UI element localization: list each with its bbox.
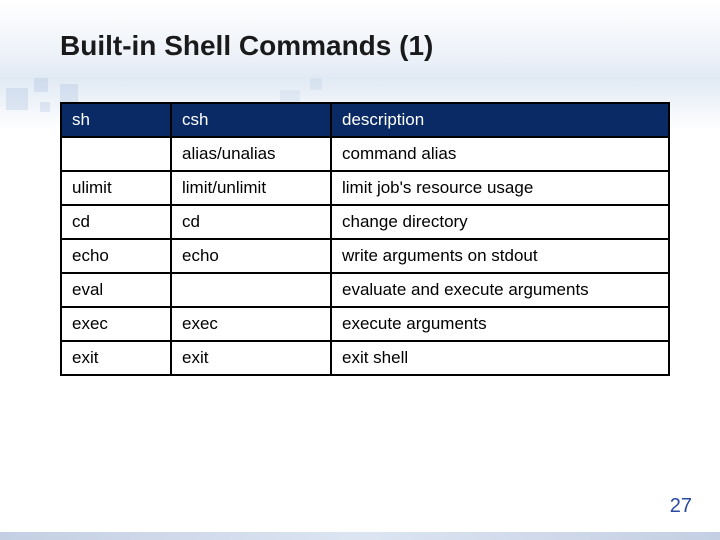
table-row: cd cd change directory — [61, 205, 669, 239]
table-row: alias/unalias command alias — [61, 137, 669, 171]
table-row: echo echo write arguments on stdout — [61, 239, 669, 273]
cell-sh — [61, 137, 171, 171]
cell-sh: exec — [61, 307, 171, 341]
slide: Built-in Shell Commands (1) sh csh descr… — [0, 0, 720, 540]
cell-desc: exit shell — [331, 341, 669, 375]
cell-desc: evaluate and execute arguments — [331, 273, 669, 307]
cell-desc: change directory — [331, 205, 669, 239]
cell-sh: cd — [61, 205, 171, 239]
table-row: eval evaluate and execute arguments — [61, 273, 669, 307]
cell-sh: eval — [61, 273, 171, 307]
cell-sh: exit — [61, 341, 171, 375]
col-header-csh: csh — [171, 103, 331, 137]
page-number: 27 — [670, 495, 692, 518]
cell-csh: alias/unalias — [171, 137, 331, 171]
cell-desc: limit job's resource usage — [331, 171, 669, 205]
col-header-sh: sh — [61, 103, 171, 137]
cell-sh: echo — [61, 239, 171, 273]
cell-csh: limit/unlimit — [171, 171, 331, 205]
footer-bar — [0, 532, 720, 540]
col-header-desc: description — [331, 103, 669, 137]
table-header-row: sh csh description — [61, 103, 669, 137]
slide-title: Built-in Shell Commands (1) — [60, 30, 670, 62]
cell-desc: command alias — [331, 137, 669, 171]
cell-csh: echo — [171, 239, 331, 273]
table-row: ulimit limit/unlimit limit job's resourc… — [61, 171, 669, 205]
cell-csh: exit — [171, 341, 331, 375]
table-row: exit exit exit shell — [61, 341, 669, 375]
cell-sh: ulimit — [61, 171, 171, 205]
cell-csh: cd — [171, 205, 331, 239]
cell-desc: execute arguments — [331, 307, 669, 341]
commands-table: sh csh description alias/unalias command… — [60, 102, 670, 376]
cell-desc: write arguments on stdout — [331, 239, 669, 273]
cell-csh — [171, 273, 331, 307]
table-row: exec exec execute arguments — [61, 307, 669, 341]
cell-csh: exec — [171, 307, 331, 341]
